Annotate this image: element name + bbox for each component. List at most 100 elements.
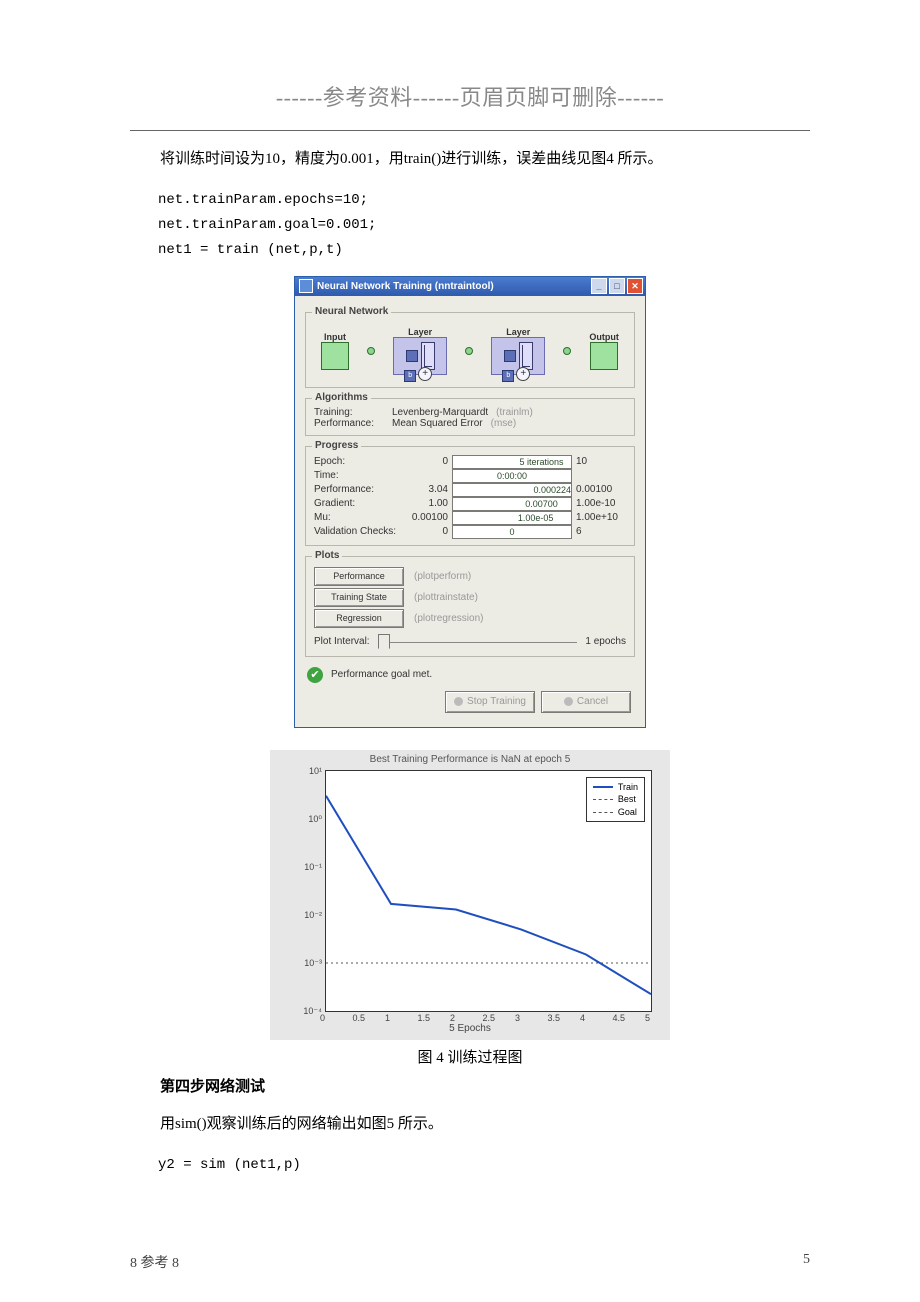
- plot-interval-label: Plot Interval:: [314, 636, 370, 647]
- progress-label: Validation Checks:: [314, 526, 406, 537]
- group-neural-network: Neural Network Input Layer b+: [305, 312, 635, 388]
- progress-row: Gradient: 1.00 0.00700 1.00e-10: [314, 497, 626, 511]
- group-legend-plots: Plots: [312, 550, 342, 561]
- figure-caption: 图 4 训练过程图: [417, 1046, 522, 1067]
- x-tick: 1: [385, 1013, 390, 1023]
- plot-button[interactable]: Training State: [314, 588, 404, 607]
- plot-func-hint: (plottrainstate): [414, 592, 478, 603]
- progress-row: Time:0:00:00: [314, 469, 626, 483]
- progress-row: Epoch:05 iterations10: [314, 455, 626, 469]
- progress-label: Time:: [314, 470, 406, 481]
- progress-start: 3.04: [410, 484, 448, 495]
- progress-label: Gradient:: [314, 498, 406, 509]
- plot-interval-value: 1 epochs: [585, 636, 626, 647]
- divider: [130, 130, 810, 131]
- header-banner: ------参考资料------页眉页脚可删除------: [130, 80, 810, 112]
- x-tick: 0: [320, 1013, 325, 1023]
- footer-left: 8 参考 8: [130, 1252, 179, 1272]
- x-tick: 5: [645, 1013, 650, 1023]
- plot-title: Best Training Performance is NaN at epoc…: [270, 754, 670, 765]
- connector-dot: [465, 347, 473, 355]
- footer-right: 5: [803, 1252, 810, 1272]
- x-axis-label: 5 Epochs: [270, 1023, 670, 1034]
- stop-icon: [454, 697, 463, 706]
- label-input: Input: [324, 332, 346, 342]
- connector-dot: [563, 347, 571, 355]
- algo-training-label: Training:: [314, 407, 384, 418]
- plot-button[interactable]: Performance: [314, 567, 404, 586]
- x-tick: 0.5: [353, 1013, 366, 1023]
- performance-plot: Best Training Performance is NaN at epoc…: [270, 750, 670, 1040]
- plot-button[interactable]: Regression: [314, 609, 404, 628]
- progress-end: 1.00e-10: [576, 498, 626, 509]
- progress-row: Validation Checks:006: [314, 525, 626, 539]
- progress-bar: 0.00700: [452, 497, 572, 511]
- code-line-3: net1 = train (net,p,t): [130, 238, 810, 263]
- label-layer-1: Layer: [408, 327, 432, 337]
- progress-bar: 5 iterations: [452, 455, 572, 469]
- code-line-1: net.trainParam.epochs=10;: [130, 188, 810, 213]
- x-tick: 2.5: [483, 1013, 496, 1023]
- x-tick: 3: [515, 1013, 520, 1023]
- y-tick: 10⁻²: [304, 910, 322, 921]
- code-line-sim: y2 = sim (net1,p): [130, 1153, 810, 1178]
- layer-box-1: b+: [393, 337, 447, 375]
- y-tick: 10⁰: [308, 814, 322, 825]
- progress-label: Mu:: [314, 512, 406, 523]
- plot-func-hint: (plotperform): [414, 571, 471, 582]
- group-progress: Progress Epoch:05 iterations10Time:0:00:…: [305, 446, 635, 546]
- algo-performance-label: Performance:: [314, 418, 384, 429]
- cancel-icon: [564, 697, 573, 706]
- progress-label: Epoch:: [314, 456, 406, 467]
- plot-axes: 10⁻⁴10⁻³10⁻²10⁻¹10⁰10¹ 00.511.522.533.54…: [325, 770, 652, 1012]
- network-diagram: Input Layer b+ L: [314, 321, 626, 381]
- progress-start: 0: [410, 456, 448, 467]
- intro-paragraph: 将训练时间设为10，精度为0.001，用train()进行训练，误差曲线见图4 …: [130, 146, 810, 173]
- y-tick: 10⁻¹: [304, 862, 322, 873]
- legend-train: Train: [618, 781, 638, 794]
- minimize-button[interactable]: _: [591, 278, 607, 294]
- title-bar[interactable]: Neural Network Training (nntraintool) _ …: [295, 277, 645, 296]
- group-algorithms: Algorithms Training: Levenberg-Marquardt…: [305, 398, 635, 436]
- progress-end: 6: [576, 526, 626, 537]
- plot-legend: Train Best Goal: [586, 777, 645, 823]
- app-icon: [299, 279, 313, 293]
- progress-row: Performance:3.040.0002240.00100: [314, 483, 626, 497]
- label-layer-2: Layer: [506, 327, 530, 337]
- progress-bar: 1.00e-05: [452, 511, 572, 525]
- legend-best: Best: [618, 793, 636, 806]
- check-icon: ✔: [307, 667, 323, 683]
- progress-start: 0: [410, 526, 448, 537]
- slider-thumb[interactable]: [378, 634, 390, 649]
- code-line-2: net.trainParam.goal=0.001;: [130, 213, 810, 238]
- progress-end: 1.00e+10: [576, 512, 626, 523]
- algo-performance-value: Mean Squared Error: [392, 418, 483, 429]
- stop-training-button[interactable]: Stop Training: [445, 691, 535, 713]
- progress-bar: 0: [452, 525, 572, 539]
- connector-dot: [367, 347, 375, 355]
- x-tick: 4.5: [613, 1013, 626, 1023]
- progress-bar: 0.000224: [452, 483, 572, 497]
- layer-box-2: b+: [491, 337, 545, 375]
- algo-performance-func: (mse): [491, 418, 517, 429]
- x-tick: 1.5: [418, 1013, 431, 1023]
- y-tick: 10⁻³: [304, 958, 322, 969]
- section-body: 用sim()观察训练后的网络输出如图5 所示。: [130, 1111, 810, 1138]
- group-legend-algorithms: Algorithms: [312, 392, 371, 403]
- legend-goal: Goal: [618, 806, 637, 819]
- group-legend-network: Neural Network: [312, 306, 391, 317]
- output-node: [590, 342, 618, 370]
- progress-row: Mu:0.001001.00e-051.00e+10: [314, 511, 626, 525]
- window-title: Neural Network Training (nntraintool): [317, 281, 494, 292]
- close-button[interactable]: ✕: [627, 278, 643, 294]
- algo-training-func: (trainlm): [496, 407, 533, 418]
- algo-training-value: Levenberg-Marquardt: [392, 407, 488, 418]
- x-tick: 3.5: [548, 1013, 561, 1023]
- y-tick: 10¹: [309, 766, 322, 776]
- x-tick: 2: [450, 1013, 455, 1023]
- input-node: [321, 342, 349, 370]
- progress-start: 1.00: [410, 498, 448, 509]
- plot-interval-slider[interactable]: [378, 634, 578, 650]
- maximize-button[interactable]: □: [609, 278, 625, 294]
- cancel-button[interactable]: Cancel: [541, 691, 631, 713]
